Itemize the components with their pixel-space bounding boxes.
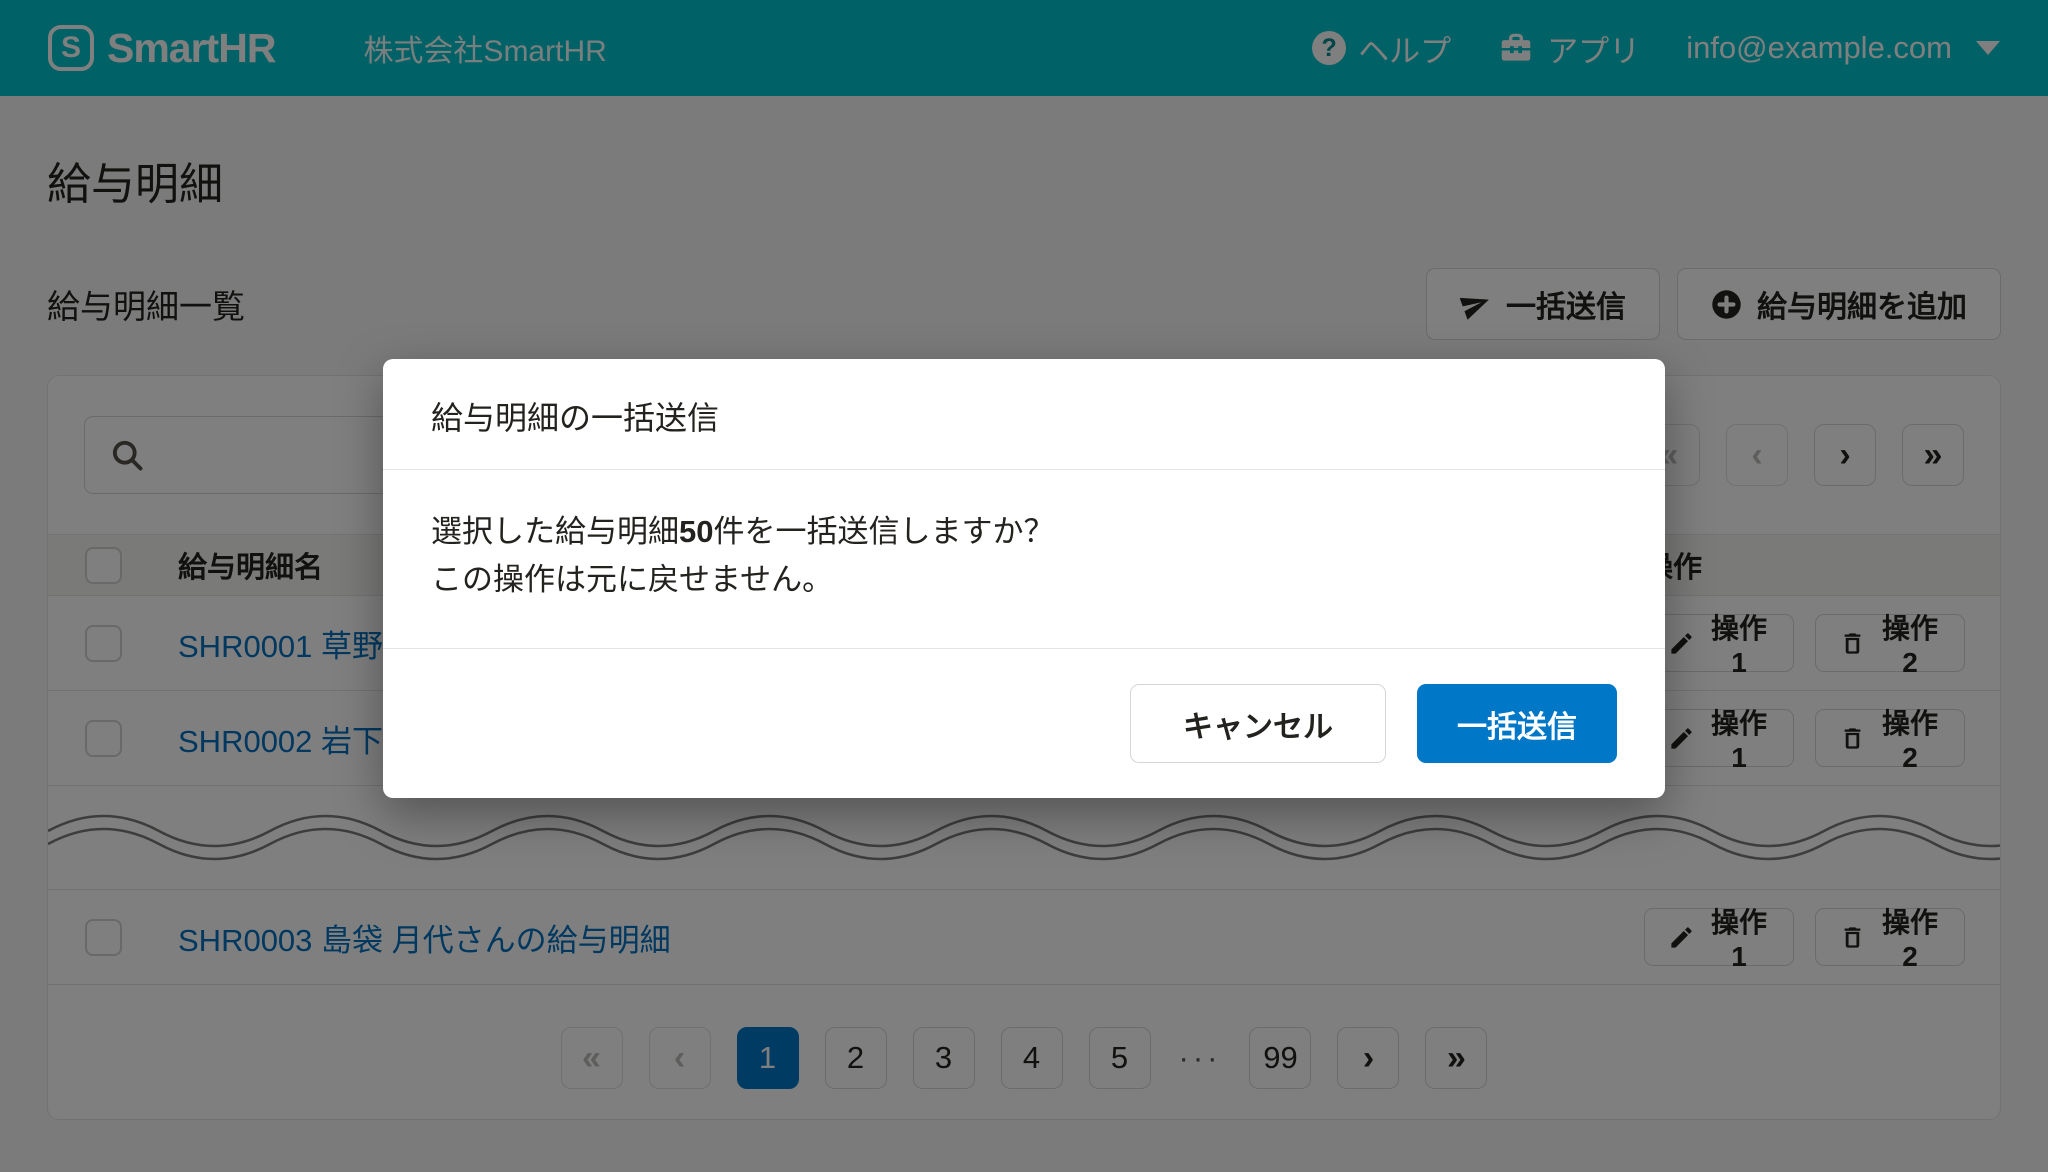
dialog-message-line1: 選択した給与明細50件を一括送信しますか？ [431,514,1055,549]
dialog-footer: キャンセル 一括送信 [383,649,1665,798]
confirm-bulk-send-button[interactable]: 一括送信 [1417,684,1617,764]
dialog-title: 給与明細の一括送信 [383,359,1665,470]
cancel-button[interactable]: キャンセル [1130,684,1386,764]
smarthr-payslip-page: S SmartHR 株式会社SmartHR ? ヘルプ アプリ info@exa… [0,0,2048,1172]
dialog-body: 選択した給与明細50件を一括送信しますか？ この操作は元に戻せません。 [383,470,1665,650]
selected-count: 50 [679,514,714,549]
dialog-message-line2: この操作は元に戻せません。 [431,562,834,598]
bulk-send-dialog: 給与明細の一括送信 選択した給与明細50件を一括送信しますか？ この操作は元に戻… [383,359,1665,799]
